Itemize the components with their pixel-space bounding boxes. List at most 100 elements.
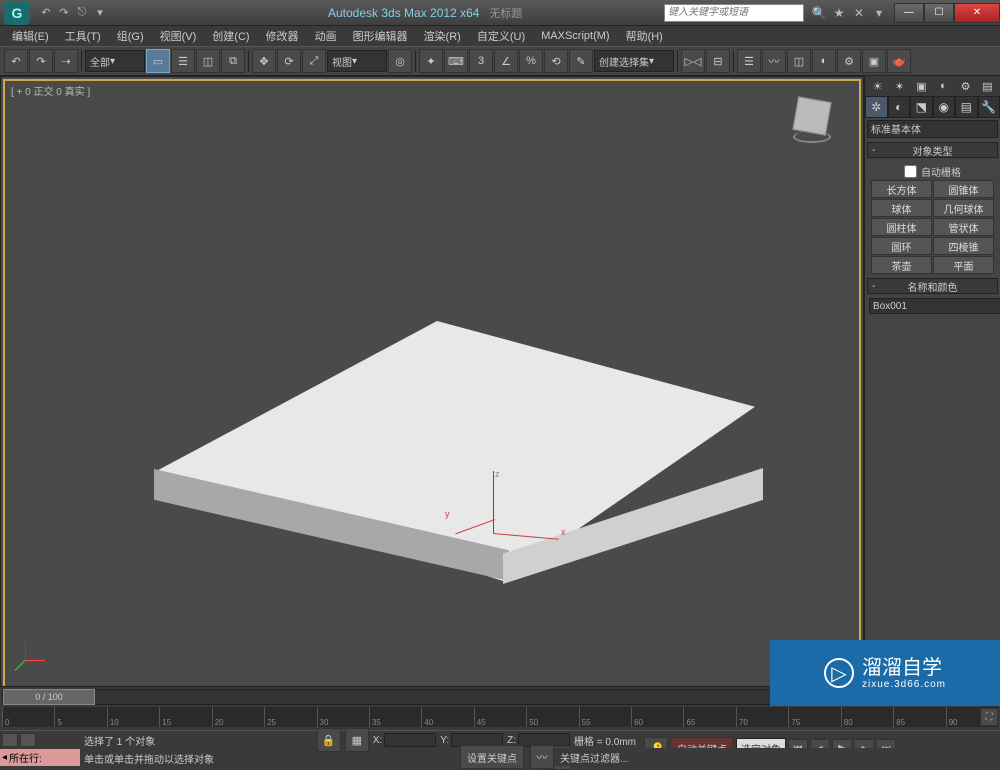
exchange-icon[interactable]: ✕: [850, 4, 868, 22]
watermark-play-icon: ▷: [824, 658, 854, 688]
menu-views[interactable]: 视图(V): [152, 26, 205, 46]
spinner-snap-icon[interactable]: ⟲: [544, 49, 568, 73]
settings-icon[interactable]: ⚙: [955, 78, 976, 94]
render-out-icon[interactable]: ▤: [977, 78, 998, 94]
modify-tab[interactable]: ◐: [888, 96, 911, 118]
menu-modifiers[interactable]: 修改器: [258, 26, 307, 46]
render-icon[interactable]: 🫖: [887, 49, 911, 73]
menu-customize[interactable]: 自定义(U): [469, 26, 533, 46]
menu-grapheditor[interactable]: 图形编辑器: [345, 26, 416, 46]
camera-icon[interactable]: ▣: [911, 78, 932, 94]
selection-filter-dropdown[interactable]: 全部 ▾: [85, 50, 145, 72]
world-axis-icon: [17, 637, 49, 669]
coord-x-input[interactable]: [384, 733, 436, 747]
viewport-label[interactable]: [ + 0 正交 0 真实 ]: [11, 83, 90, 98]
menu-create[interactable]: 创建(C): [204, 26, 257, 46]
keyboard-shortcut-icon[interactable]: ⌨: [444, 49, 468, 73]
menu-maxscript[interactable]: MAXScript(M): [533, 28, 617, 44]
search-icon[interactable]: 🔍: [810, 4, 828, 22]
select-name-icon[interactable]: ☰: [171, 49, 195, 73]
qat-more-icon[interactable]: ▾: [92, 5, 108, 21]
link-icon[interactable]: ⇢: [54, 49, 78, 73]
obj-geosphere[interactable]: 几何球体: [933, 199, 994, 217]
qat-link-icon[interactable]: ⎋: [74, 5, 90, 21]
favorite-icon[interactable]: ★: [830, 4, 848, 22]
exposure-icon[interactable]: ◐: [933, 78, 954, 94]
window-crossing-icon[interactable]: ⧉: [221, 49, 245, 73]
keyfilter-label[interactable]: 关键点过滤器...: [560, 750, 628, 765]
layers-icon[interactable]: ☰: [737, 49, 761, 73]
edit-named-sel-icon[interactable]: ✎: [569, 49, 593, 73]
time-ruler[interactable]: 05 1015 2025 3035 4045 5055 6065 7075 80…: [2, 707, 998, 727]
listener-mini-icon[interactable]: [20, 733, 36, 747]
manipulate-icon[interactable]: ✦: [419, 49, 443, 73]
schematic-icon[interactable]: ◫: [787, 49, 811, 73]
rotate-icon[interactable]: ⟳: [277, 49, 301, 73]
ref-coord-dropdown[interactable]: 视图 ▾: [327, 50, 387, 72]
curve-editor-icon[interactable]: 〰: [762, 49, 786, 73]
pivot-icon[interactable]: ◎: [388, 49, 412, 73]
menu-help[interactable]: 帮助(H): [618, 26, 671, 46]
rollout-objtype[interactable]: -对象类型: [867, 142, 998, 158]
move-icon[interactable]: ✥: [252, 49, 276, 73]
named-selset-dropdown[interactable]: 创建选择集 ▾: [594, 50, 674, 72]
align-icon[interactable]: ⊟: [706, 49, 730, 73]
box-geometry[interactable]: z x y: [85, 321, 815, 661]
obj-sphere[interactable]: 球体: [871, 199, 932, 217]
scale-icon[interactable]: ⤢: [302, 49, 326, 73]
snap-toggle-icon[interactable]: 3: [469, 49, 493, 73]
time-slider-thumb[interactable]: 0 / 100: [3, 689, 95, 705]
menu-tools[interactable]: 工具(T): [57, 26, 109, 46]
render-preset-icon[interactable]: ☀: [867, 78, 888, 94]
obj-tube[interactable]: 管状体: [933, 218, 994, 236]
angle-snap-icon[interactable]: ∠: [494, 49, 518, 73]
object-name-input[interactable]: [869, 298, 1000, 314]
qat-redo-icon[interactable]: ↷: [56, 5, 72, 21]
utilities-tab[interactable]: 🔧: [978, 96, 1000, 118]
light-icon[interactable]: ✶: [889, 78, 910, 94]
obj-pyramid[interactable]: 四棱锥: [933, 237, 994, 255]
undo-icon[interactable]: ↶: [4, 49, 28, 73]
percent-snap-icon[interactable]: %: [519, 49, 543, 73]
create-tab[interactable]: ✲: [865, 96, 888, 118]
autogrid-label: 自动栅格: [921, 164, 961, 179]
app-logo[interactable]: G: [4, 1, 30, 25]
viewcube[interactable]: [785, 93, 839, 147]
close-button[interactable]: ✕: [954, 3, 1000, 23]
display-tab[interactable]: ▤: [955, 96, 978, 118]
menu-group[interactable]: 组(G): [109, 26, 152, 46]
perspective-viewport[interactable]: [ + 0 正交 0 真实 ] z x y: [3, 79, 861, 693]
obj-cylinder[interactable]: 圆柱体: [871, 218, 932, 236]
mirror-icon[interactable]: ▷◁: [681, 49, 705, 73]
app-title: Autodesk 3ds Max 2012 x64: [328, 6, 479, 20]
menu-render[interactable]: 渲染(R): [416, 26, 469, 46]
render-setup-icon[interactable]: ⚙: [837, 49, 861, 73]
qat-undo-icon[interactable]: ↶: [38, 5, 54, 21]
autogrid-checkbox[interactable]: [904, 165, 917, 178]
menu-bar: 编辑(E) 工具(T) 组(G) 视图(V) 创建(C) 修改器 动画 图形编辑…: [0, 26, 1000, 46]
render-frame-icon[interactable]: ▣: [862, 49, 886, 73]
motion-tab[interactable]: ◉: [933, 96, 956, 118]
obj-teapot[interactable]: 茶壶: [871, 256, 932, 274]
help-dropdown-icon[interactable]: ▾: [870, 4, 888, 22]
help-search-input[interactable]: [664, 4, 804, 22]
maximize-button[interactable]: ☐: [924, 3, 954, 23]
maximize-viewport-icon[interactable]: ⛶: [980, 708, 998, 726]
obj-cone[interactable]: 圆锥体: [933, 180, 994, 198]
hierarchy-tab[interactable]: ⬔: [910, 96, 933, 118]
keyfilter-icon[interactable]: 〰: [530, 745, 554, 769]
menu-edit[interactable]: 编辑(E): [4, 26, 57, 46]
material-editor-icon[interactable]: ◐: [812, 49, 836, 73]
rollout-name[interactable]: -名称和颜色: [867, 278, 998, 294]
select-region-icon[interactable]: ◫: [196, 49, 220, 73]
script-mini-icon[interactable]: [2, 733, 18, 747]
obj-plane[interactable]: 平面: [933, 256, 994, 274]
select-object-icon[interactable]: ▭: [146, 49, 170, 73]
menu-animation[interactable]: 动画: [307, 26, 345, 46]
minimize-button[interactable]: —: [894, 3, 924, 23]
obj-torus[interactable]: 圆环: [871, 237, 932, 255]
category-dropdown[interactable]: 标准基本体: [867, 120, 998, 138]
redo-icon[interactable]: ↷: [29, 49, 53, 73]
obj-box[interactable]: 长方体: [871, 180, 932, 198]
setkey-button[interactable]: 设置关键点: [460, 745, 524, 769]
